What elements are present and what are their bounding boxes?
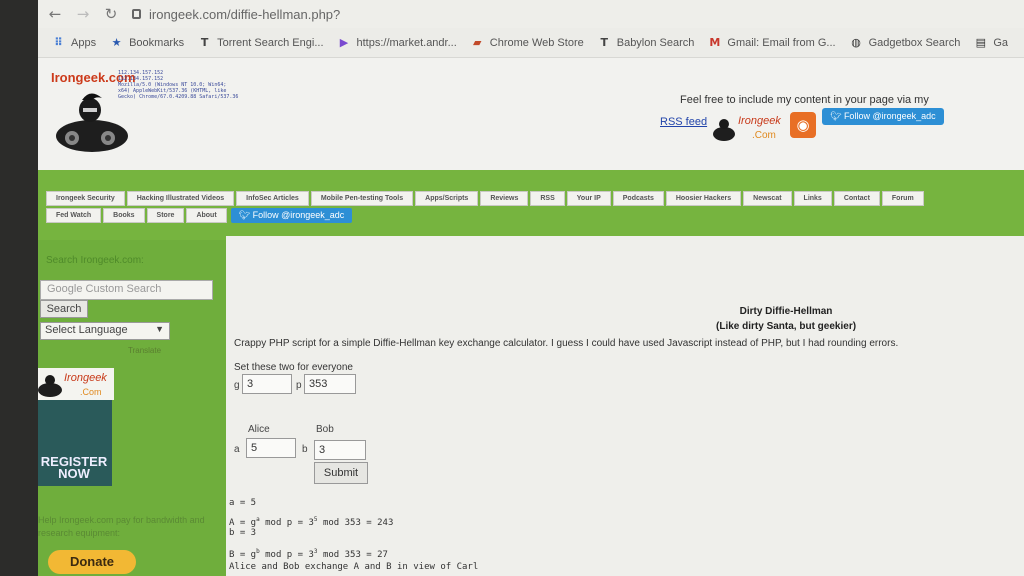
irongeek-badge-logo[interactable]: Irongeek .Com <box>38 368 114 400</box>
nav-row-2: Fed Watch Books Store About 🐦︎ Follow @i… <box>46 208 353 223</box>
b-input[interactable] <box>314 440 366 460</box>
nav-twitter-follow-button[interactable]: 🐦︎ Follow @irongeek_adc <box>230 208 353 223</box>
play-store-icon: ▶ <box>339 36 349 49</box>
reload-icon[interactable]: ↻ <box>100 3 122 25</box>
nav-tab-reviews[interactable]: Reviews <box>480 191 529 206</box>
nav-tab-hacking-videos[interactable]: Hacking Illustrated Videos <box>126 191 235 206</box>
p-input[interactable] <box>304 374 356 394</box>
page-description: Crappy PHP script for a simple Diffie-He… <box>234 338 899 349</box>
nav-tab-rss[interactable]: RSS <box>530 191 565 206</box>
twitter-bird-icon: 🐦︎ <box>238 210 253 220</box>
chevron-down-icon: ▼ <box>155 324 164 334</box>
pay-text: Help Irongeek.com pay for bandwidth and … <box>38 515 205 538</box>
g-input[interactable] <box>242 374 292 394</box>
page-subtitle: (Like dirty Santa, but geekier) <box>716 321 857 332</box>
nav-tab-apps-scripts[interactable]: Apps/Scripts <box>415 191 479 206</box>
register-now-banner[interactable]: REGISTER NOW <box>38 400 112 486</box>
nav-tab-about[interactable]: About <box>186 208 227 223</box>
monitor-bezel <box>0 0 38 576</box>
twitter-bird-icon: 🐦︎ <box>830 111 844 121</box>
nav-tab-fed-watch[interactable]: Fed Watch <box>46 208 102 223</box>
star-icon: ★ <box>111 36 122 49</box>
nav-row-1: Irongeek Security Hacking Illustrated Vi… <box>46 191 926 206</box>
g-label: g <box>234 380 240 391</box>
back-arrow-icon[interactable]: ← <box>44 3 66 25</box>
bookmark-ga[interactable]: ▤ Ga <box>974 36 1008 49</box>
nav-tab-links[interactable]: Links <box>793 191 832 206</box>
register-now-text: REGISTER NOW <box>40 454 108 481</box>
nav-tab-your-ip[interactable]: Your IP <box>566 191 611 206</box>
svg-text:Irongeek: Irongeek <box>64 372 107 384</box>
ninja-mascot-logo[interactable] <box>52 88 132 156</box>
bookmarks-bar: ⠿ Apps ★ Bookmarks T Torrent Search Engi...… <box>38 28 1024 58</box>
twitter-follow-button[interactable]: 🐦︎ Follow @irongeek_adc <box>822 108 944 125</box>
nav-tab-books[interactable]: Books <box>103 208 145 223</box>
a-input[interactable] <box>246 438 296 458</box>
page-header: Irongeek.com 112.134.157.152 112.134.157… <box>38 58 1024 170</box>
calc-line-a: a = 5 <box>229 498 257 508</box>
calc-line-B: B = gb mod p = 33 mod 353 = 27 <box>229 548 388 560</box>
forward-arrow-icon[interactable]: → <box>72 3 94 25</box>
nav-tab-hoosier-hackers[interactable]: Hoosier Hackers <box>665 191 742 206</box>
bob-label: Bob <box>316 424 334 435</box>
include-content-text: Feel free to include my content in your … <box>680 94 929 106</box>
nav-tab-newscat[interactable]: Newscat <box>743 191 792 206</box>
svg-text:.Com: .Com <box>80 387 102 397</box>
globe-icon: ◍ <box>851 36 861 49</box>
t-logo-icon: T <box>200 36 209 49</box>
bookmark-bookmarks[interactable]: ★ Bookmarks <box>110 36 184 49</box>
nav-tab-store[interactable]: Store <box>146 208 185 223</box>
site-search-label: Search Irongeek.com: <box>46 255 144 266</box>
lock-icon <box>132 9 141 19</box>
calc-line-b: b = 3 <box>229 528 257 538</box>
alice-label: Alice <box>248 424 270 435</box>
t-logo-icon: T <box>600 36 608 49</box>
bookmark-gmail[interactable]: M Gmail: Email from G... <box>708 36 835 49</box>
p-label: p <box>296 380 302 391</box>
address-bar: ← → ↻ irongeek.com/diffie-hellman.php? <box>38 0 1024 28</box>
url-field[interactable]: irongeek.com/diffie-hellman.php? <box>132 7 340 22</box>
search-input[interactable]: Google Custom Search <box>40 280 213 300</box>
nav-tab-forum[interactable]: Forum <box>881 191 924 206</box>
donate-button[interactable]: Donate <box>48 550 136 574</box>
sidebar: Search Irongeek.com: Google Custom Searc… <box>38 240 226 576</box>
nav-tab-podcasts[interactable]: Podcasts <box>612 191 664 206</box>
nav-tab-contact[interactable]: Contact <box>833 191 880 206</box>
bookmark-chrome-web-store[interactable]: ▰ Chrome Web Store <box>471 36 584 49</box>
language-select[interactable]: Select Language ▼ <box>40 322 170 340</box>
search-button[interactable]: Search <box>40 300 88 318</box>
b-label: b <box>302 444 308 455</box>
page-title-block: Dirty Diffie-Hellman (Like dirty Santa, … <box>716 304 856 334</box>
nav-bar: Irongeek Security Hacking Illustrated Vi… <box>38 170 1024 240</box>
rss-icon[interactable]: ◉ <box>790 112 816 138</box>
bookmark-market[interactable]: ▶ https://market.andr... <box>338 36 457 49</box>
folder-icon: ▤ <box>975 36 987 49</box>
irongeek-small-logo[interactable]: Irongeek .Com <box>712 110 788 144</box>
bookmark-gadgetbox[interactable]: ◍ Gadgetbox Search <box>850 36 960 49</box>
submit-button[interactable]: Submit <box>314 462 368 484</box>
ip-info: 112.134.157.152 112.134.157.152 Mozilla/… <box>118 70 239 100</box>
nav-tab-mobile-pentesting[interactable]: Mobile Pen-testing Tools <box>310 191 414 206</box>
small-logo-text: Irongeek <box>738 115 781 127</box>
browser-window: ← → ↻ irongeek.com/diffie-hellman.php? ⠿… <box>38 0 1024 576</box>
nav-tab-irongeek-security[interactable]: Irongeek Security <box>46 191 125 206</box>
main-content: Dirty Diffie-Hellman (Like dirty Santa, … <box>226 236 1024 576</box>
calc-line-A: A = ga mod p = 35 mod 353 = 243 <box>229 516 394 528</box>
rss-feed-link[interactable]: RSS feed <box>660 116 707 128</box>
url-text[interactable]: irongeek.com/diffie-hellman.php? <box>149 7 340 22</box>
translate-label[interactable]: Translate <box>128 346 161 355</box>
page-title: Dirty Diffie-Hellman <box>739 306 833 317</box>
bookmark-babylon-search[interactable]: T Babylon Search <box>598 36 694 49</box>
nav-tab-infosec-articles[interactable]: InfoSec Articles <box>236 191 309 206</box>
calc-line-exchange: Alice and Bob exchange A and B in view o… <box>229 562 479 572</box>
a-label: a <box>234 444 240 455</box>
bookmark-apps[interactable]: ⠿ Apps <box>52 36 96 49</box>
set-for-everyone-label: Set these two for everyone <box>234 362 353 373</box>
gmail-icon: M <box>709 36 721 49</box>
small-logo-com: .Com <box>752 130 776 141</box>
bookmark-torrent-search[interactable]: T Torrent Search Engi... <box>198 36 324 49</box>
chrome-store-icon: ▰ <box>473 36 482 49</box>
apps-grid-icon: ⠿ <box>54 36 63 49</box>
